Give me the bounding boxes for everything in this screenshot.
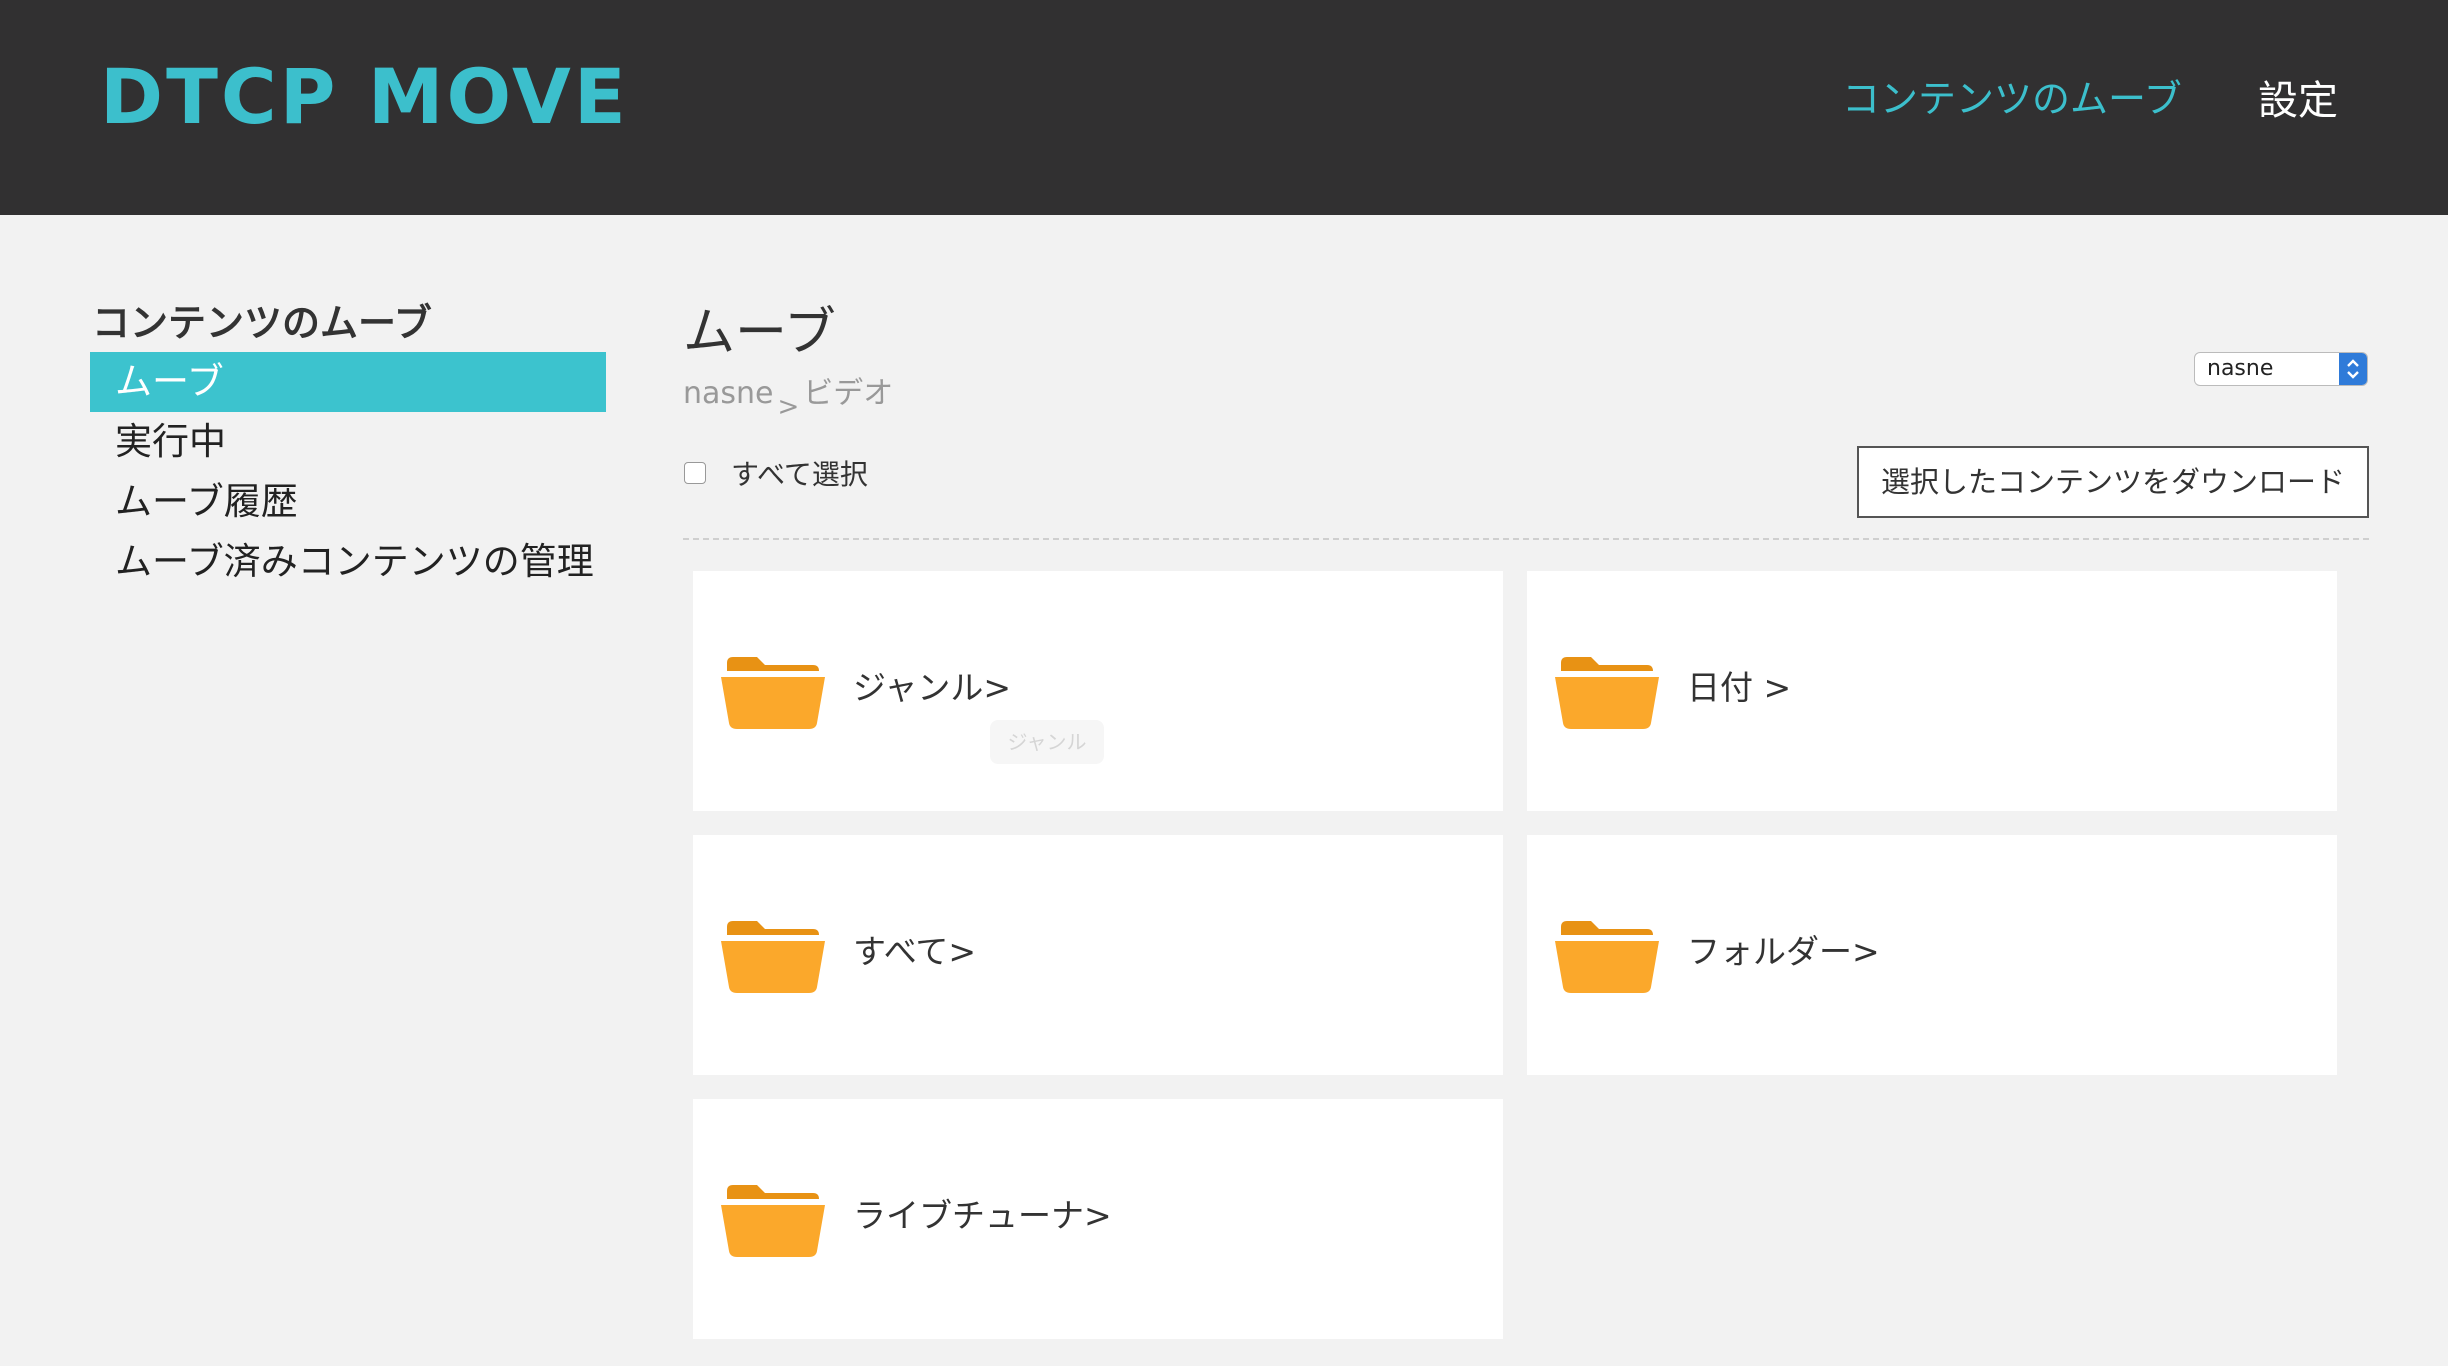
breadcrumb-separator: > xyxy=(777,392,800,422)
folder-icon xyxy=(721,1185,825,1257)
dashed-divider xyxy=(683,538,2369,540)
top-header-bar: DTCP MOVE コンテンツのムーブ 設定 xyxy=(0,0,2448,215)
folder-label-live-tuner: ライブチューナ> xyxy=(853,1196,1112,1235)
app-logo[interactable]: DTCP MOVE xyxy=(100,52,629,141)
folder-card-live-tuner[interactable]: ライブチューナ> xyxy=(693,1099,1503,1339)
folder-icon xyxy=(1555,657,1659,729)
sidebar-heading: コンテンツのムーブ xyxy=(92,301,432,345)
download-selected-button[interactable]: 選択したコンテンツをダウンロード xyxy=(1857,446,2369,518)
folder-icon xyxy=(721,921,825,993)
folder-label-genre: ジャンル> xyxy=(853,668,1012,707)
sidebar-item-moved-contents-management[interactable]: ムーブ済みコンテンツの管理 xyxy=(90,532,606,592)
nav-link-contents-move[interactable]: コンテンツのムーブ xyxy=(1842,68,2182,123)
folder-card-date[interactable]: 日付 > xyxy=(1527,571,2337,811)
folder-card-folder[interactable]: フォルダー> xyxy=(1527,835,2337,1075)
tooltip-genre: ジャンル xyxy=(990,720,1104,764)
breadcrumb: nasne > ビデオ xyxy=(683,368,894,422)
folder-label-folder: フォルダー> xyxy=(1687,932,1880,971)
select-arrows-icon xyxy=(2339,353,2367,385)
select-all-label[interactable]: すべて選択 xyxy=(731,453,868,493)
sidebar-item-move[interactable]: ムーブ xyxy=(90,352,606,412)
nav-link-settings[interactable]: 設定 xyxy=(2258,68,2338,126)
device-select-value: nasne xyxy=(2207,356,2274,381)
select-all-checkbox[interactable] xyxy=(684,462,706,484)
folder-label-all: すべて> xyxy=(853,932,977,971)
sidebar-item-running[interactable]: 実行中 xyxy=(90,412,606,472)
breadcrumb-root[interactable]: nasne xyxy=(683,376,774,411)
breadcrumb-current: ビデオ xyxy=(803,376,894,411)
page-title: ムーブ xyxy=(683,303,836,363)
folder-card-genre[interactable]: ジャンル> xyxy=(693,571,1503,811)
folder-label-date: 日付 > xyxy=(1687,668,1792,707)
device-select[interactable]: nasne xyxy=(2194,352,2368,386)
folder-card-all[interactable]: すべて> xyxy=(693,835,1503,1075)
sidebar-item-move-history[interactable]: ムーブ履歴 xyxy=(90,472,606,532)
folder-icon xyxy=(721,657,825,729)
folder-icon xyxy=(1555,921,1659,993)
